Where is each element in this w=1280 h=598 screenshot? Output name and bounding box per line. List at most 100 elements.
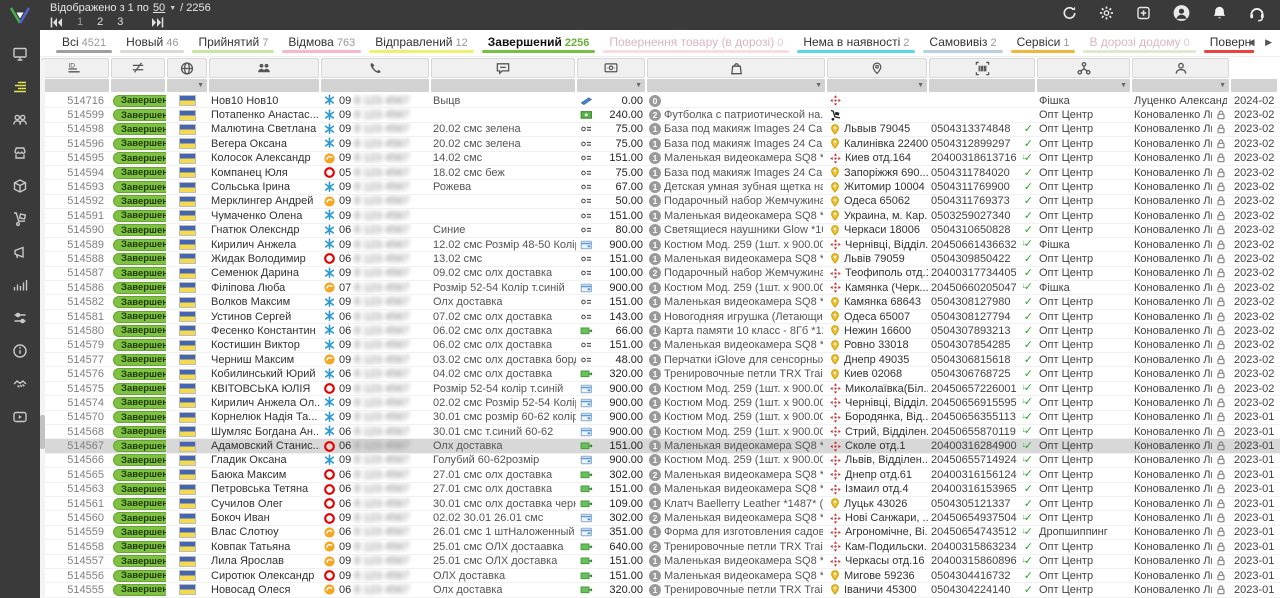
cell-phone[interactable]: 068 123 4567 [320,310,430,323]
cell-status[interactable]: Завершений [110,483,166,496]
cell-products[interactable]: 1Детская умная зубная щетка на... [646,180,826,193]
cell-ttn[interactable]: 20450654937504↓✓ [928,511,1036,524]
cell-products[interactable]: 1Костюм Мод. 259 (1шт. x 900.00... [646,238,826,251]
cell-client-name[interactable]: Кирилич Анжела [208,238,320,251]
cell-phone[interactable]: 098 123 4567 [320,540,430,553]
cell-status[interactable]: Завершений [110,94,166,107]
scrollbar-handle[interactable] [40,415,45,449]
cell-comment[interactable]: 12.02 смс Розмір 48-50 Колір ... [430,238,576,251]
cell-client-name[interactable]: КВІТОВСЬКА ЮЛІЯ [208,382,320,395]
cell-phone[interactable]: 068 123 4567 [320,425,430,438]
table-row[interactable]: 514560ЗавершенийБокоч Иван098 123 456702… [40,511,1280,525]
table-row[interactable]: 514558ЗавершенийКовпак Татьяна098 123 45… [40,540,1280,554]
tab-6[interactable]: Повернення товару (в дорозі)0 [599,30,793,56]
cell-status[interactable]: Завершений [110,108,166,121]
table-row[interactable]: 514576ЗавершенийКобилинський Юрий068 123… [40,367,1280,381]
cell-products[interactable]: 1Маленькая видеокамера SQ8 *... [646,339,826,352]
cell-products[interactable]: 1Маленькая видеокамера SQ8 *... [646,295,826,308]
cell-phone[interactable]: 098 123 4567 [320,569,430,582]
cell-products[interactable]: 1Подарочный набор Жемчужина... [646,195,826,208]
cell-phone[interactable]: 058 123 4567 [320,166,430,179]
sidebar-item-purchases-icon[interactable] [8,209,32,229]
cell-ttn[interactable]: 0504306815618✓ [928,353,1036,366]
cell-client-name[interactable]: Семенюк Дарина [208,267,320,280]
cell-status[interactable]: Завершений [110,468,166,481]
table-row[interactable]: 514577ЗавершенийЧерниш Максим098 123 456… [40,353,1280,367]
filter-dropdown-icon[interactable]: ▼ [917,82,924,89]
cell-ttn[interactable]: 0504305121337✓ [928,497,1036,510]
cell-ttn[interactable]: 0504308127794✓ [928,310,1036,323]
cell-phone[interactable]: 098 123 4567 [320,195,430,208]
cell-ttn[interactable]: 20400315863234✓ [928,540,1036,553]
filter-products[interactable]: ▼ [647,79,825,92]
cell-products[interactable]: 1База под макияж Images 24 Car... [646,137,826,150]
cell-products[interactable]: 1Тренировочные петли TRX Train... [646,367,826,380]
cell-products[interactable]: 2Подарочный набор Жемчужина... [646,267,826,280]
table-row[interactable]: 514591ЗавершенийЧумаченко Олена098 123 4… [40,209,1280,223]
tabs-scroll-arrows[interactable]: ◀ ▶ [1248,37,1276,48]
cell-phone[interactable]: 098 123 4567 [320,123,430,136]
cell-status[interactable]: Завершений [110,195,166,208]
tab-8[interactable]: Самовивіз2 [919,30,1006,56]
cell-comment[interactable]: 04.02 смс олх доставка [430,367,576,380]
cell-comment[interactable]: 27.01 смс олх доставка [430,468,576,481]
column-header-delivery[interactable] [827,58,927,78]
table-row[interactable]: 514559ЗавершенийВлас Слотюу068 123 45672… [40,526,1280,540]
page-number-2[interactable]: 2 [97,16,103,28]
column-header-client[interactable] [209,58,319,78]
cell-client-name[interactable]: Костишин Виктор [208,339,320,352]
support-icon[interactable] [1248,5,1266,22]
sidebar-item-settings-sliders-icon[interactable] [8,308,32,328]
cell-client-name[interactable]: Фесенко Константин [208,324,320,337]
filter-country[interactable]: ▼ [167,79,207,92]
cell-client-name[interactable]: Філіпова Люба [208,281,320,294]
cell-products[interactable]: 1Костюм Мод. 259 (1шт. x 900.00... [646,396,826,409]
tab-1[interactable]: Новый46 [116,30,188,56]
table-row[interactable]: 514593ЗавершенийСольська Ірина098 123 45… [40,180,1280,194]
cell-comment[interactable]: 02.02 30.01 26.01 смс [430,511,576,524]
cell-status[interactable]: Завершений [110,382,166,395]
column-header-country[interactable] [167,58,207,78]
cell-ttn[interactable]: 0504306768725✓ [928,367,1036,380]
tab-5[interactable]: Завершений2256 [478,30,600,56]
cell-client-name[interactable]: Адамовский Станис... [208,439,320,452]
cell-client-name[interactable]: Нов10 Нов10 [208,94,320,107]
cell-status[interactable]: Завершений [110,583,166,596]
cell-status[interactable]: Завершений [110,180,166,193]
cell-ttn[interactable]: 20450656355113↓✓ [928,411,1036,424]
cell-comment[interactable]: 06.02 смс олх доставка [430,339,576,352]
cell-status[interactable]: Завершений [110,526,166,539]
cell-ttn[interactable]: 0504313374848✓ [928,123,1036,136]
table-row[interactable]: 514581ЗавершенийУстинов Сергей068 123 45… [40,310,1280,324]
cell-client-name[interactable]: Волков Максим [208,295,320,308]
table-row[interactable]: 514568ЗавершенийШумляс Богдана Ан...068 … [40,425,1280,439]
cell-phone[interactable]: 068 123 4567 [320,483,430,496]
cell-status[interactable]: Завершений [110,152,166,165]
filter-client[interactable] [209,79,319,92]
cell-client-name[interactable]: Гнатюк Олексндр [208,224,320,237]
cell-status[interactable]: Завершений [110,425,166,438]
cell-status[interactable]: Завершений [110,367,166,380]
filter-phone[interactable] [321,79,429,92]
cell-client-name[interactable]: Потапенко Анастас... [208,108,320,121]
cell-comment[interactable]: 20.02 смс зелена [430,123,576,136]
cell-phone[interactable]: 098 123 4567 [320,267,430,280]
tab-11[interactable]: Повернення (завершений)125 [1200,30,1254,56]
cell-phone[interactable]: 068 123 4567 [320,439,430,452]
brand-triangle-logo[interactable] [0,0,40,30]
cell-ttn[interactable]: 0504310650828✓ [928,224,1036,237]
cell-client-name[interactable]: Устинов Сергей [208,310,320,323]
table-row[interactable]: 514599ЗавершенийПотапенко Анастас...098 … [40,108,1280,122]
cell-ttn[interactable]: 20400318613716↓✓ [928,152,1036,165]
table-row[interactable]: 514587ЗавершенийСеменюк Дарина098 123 45… [40,267,1280,281]
cell-comment[interactable]: 30.01 смс т.синий 60-62 [430,425,576,438]
cell-ttn[interactable]: 0504307893213✓ [928,324,1036,337]
cell-comment[interactable]: Олх доставка [430,439,576,452]
cell-client-name[interactable]: Малютина Светлана [208,123,320,136]
cell-ttn[interactable]: 20450655870119↓✓ [928,425,1036,438]
cell-status[interactable]: Завершений [110,123,166,136]
sidebar-item-products-icon[interactable] [8,176,32,196]
table-row[interactable]: 514589ЗавершенийКирилич Анжела098 123 45… [40,238,1280,252]
cell-ttn[interactable]: 20450661436632↓✓ [928,238,1036,251]
cell-products[interactable]: 1Костюм Мод. 259 (1шт. x 900.00... [646,425,826,438]
